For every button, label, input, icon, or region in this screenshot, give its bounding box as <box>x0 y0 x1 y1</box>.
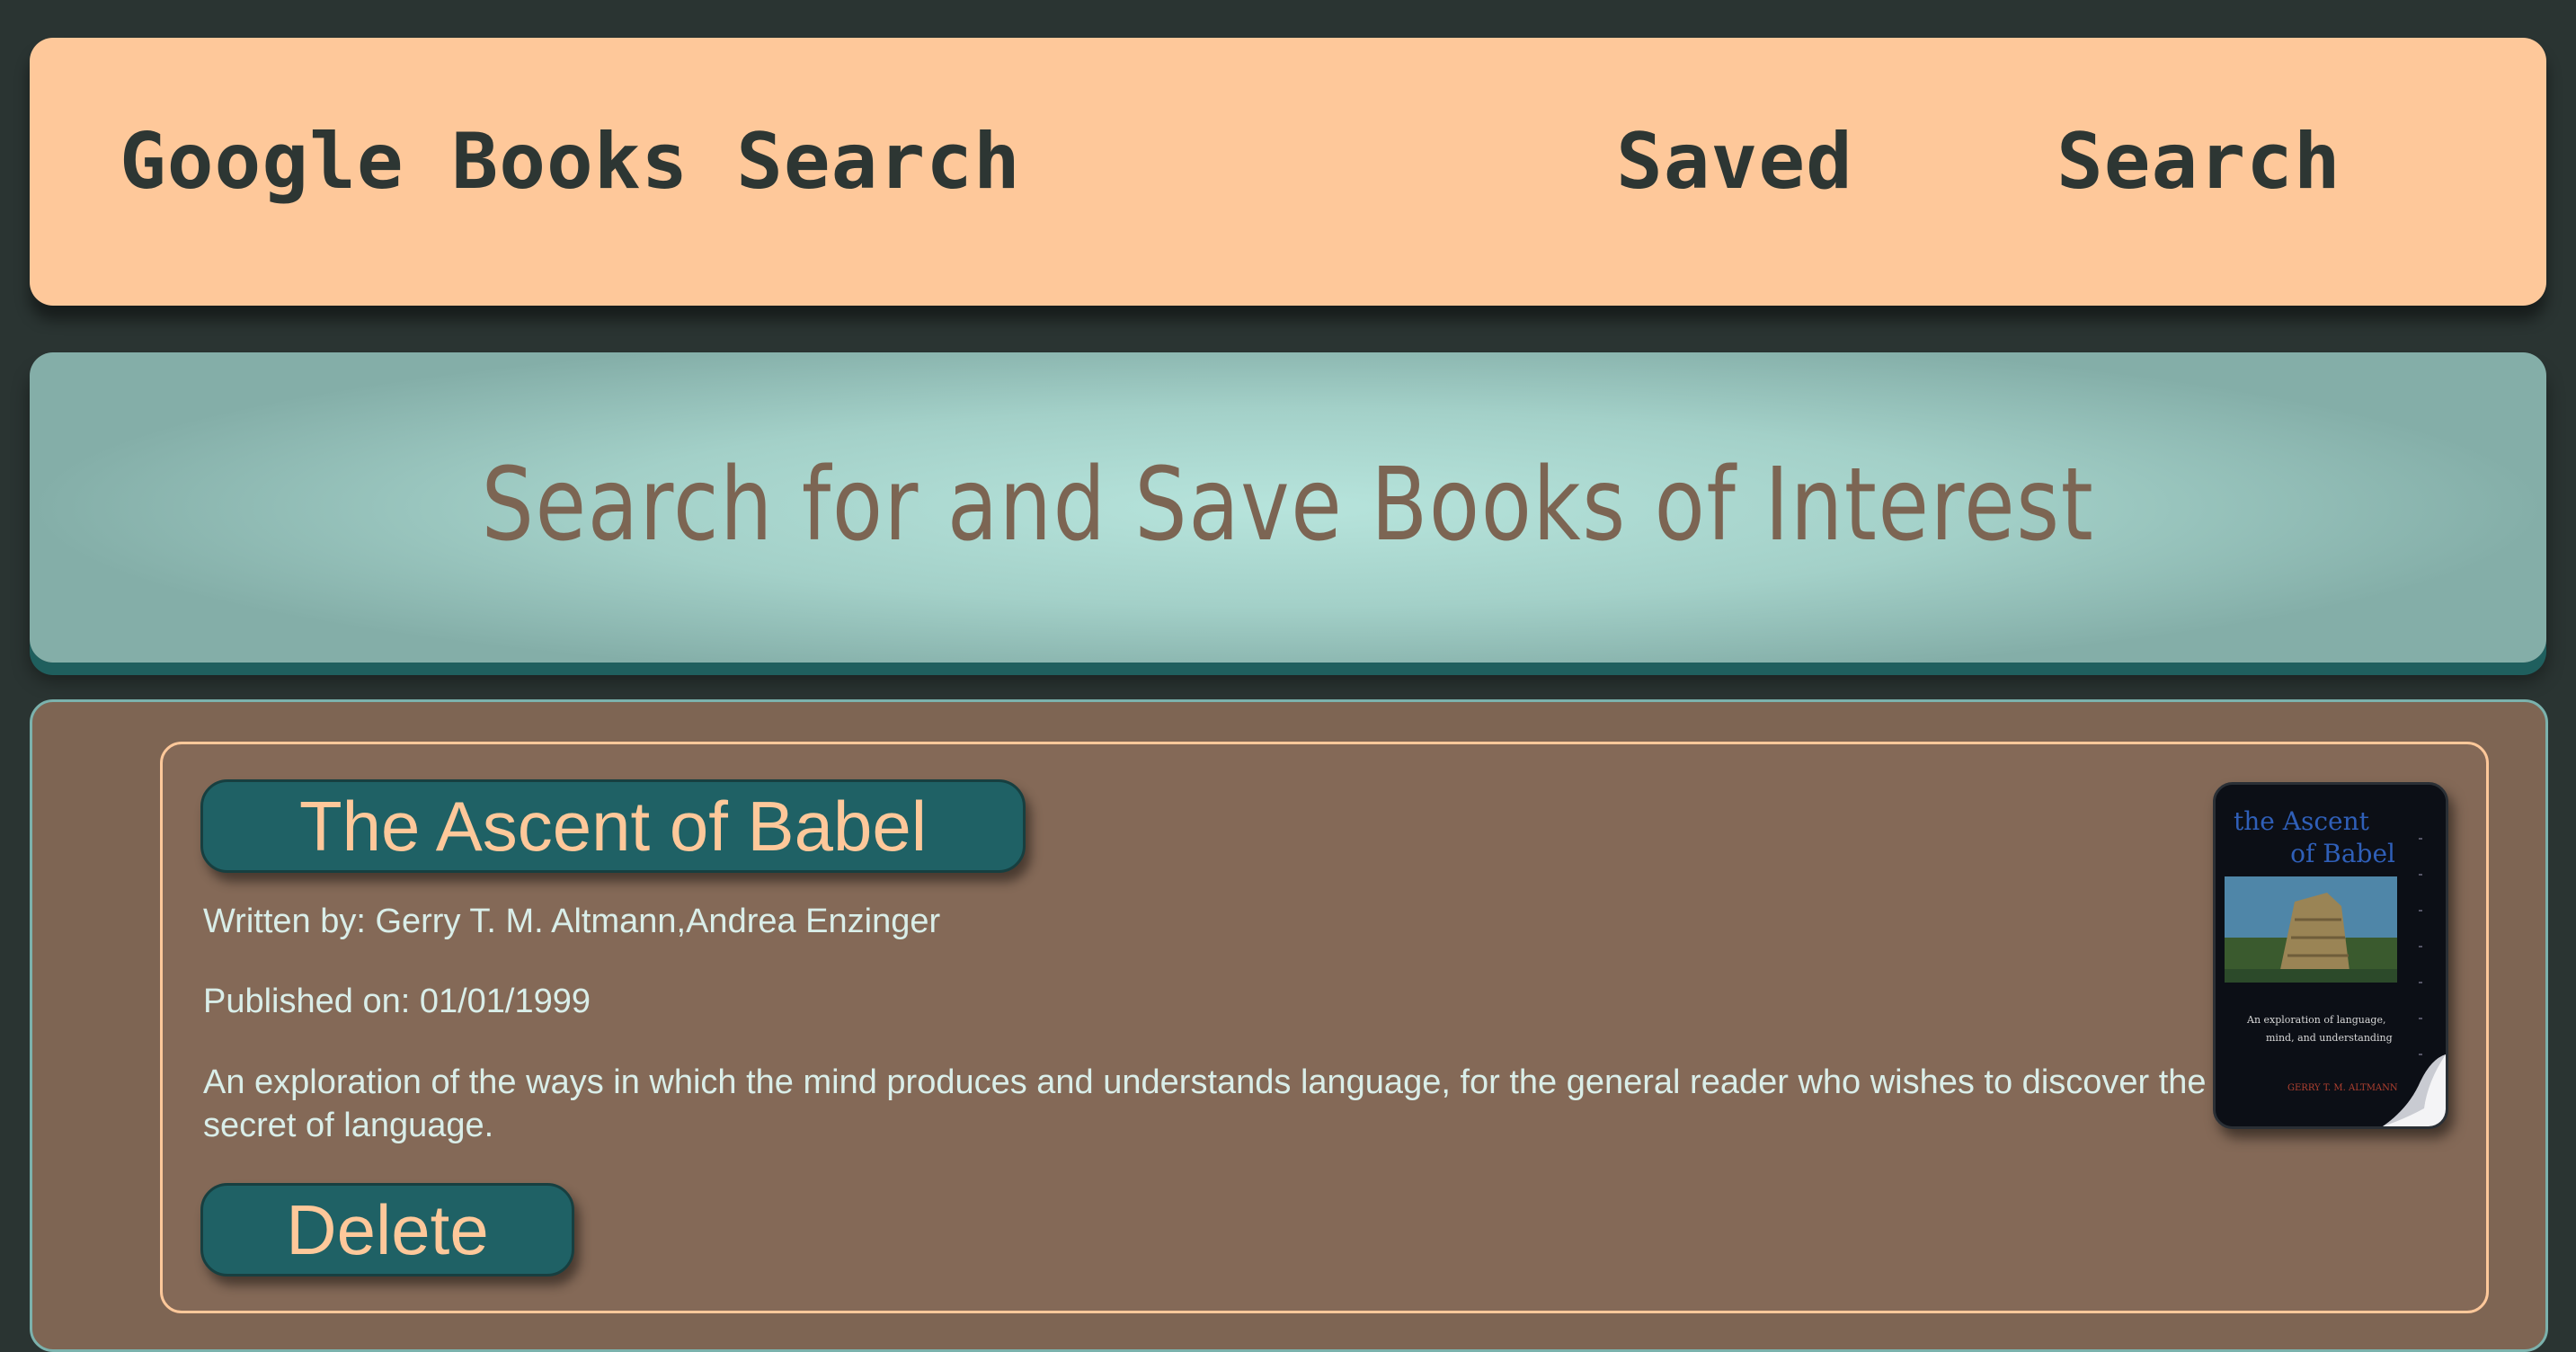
cover-author: GERRY T. M. ALTMANN <box>2287 1083 2398 1093</box>
book-published-date: Published on: 01/01/1999 <box>203 983 591 1020</box>
nav-link-search[interactable]: Search <box>2056 117 2341 207</box>
book-description: An exploration of the ways in which the … <box>203 1063 2207 1144</box>
cover-title-line1: the Ascent <box>2234 806 2370 836</box>
cover-subtitle-line1: An exploration of language, <box>2246 1014 2385 1026</box>
cover-title-line2: of Babel <box>2290 839 2395 868</box>
jumbotron: Search for and Save Books of Interest <box>30 352 2546 663</box>
book-title: The Ascent of Babel <box>200 779 1026 873</box>
cover-subtitle-line2: mind, and understanding <box>2266 1032 2393 1044</box>
brand-link[interactable]: Google Books Search <box>120 117 1021 207</box>
results-container: The Ascent of Babel Written by: Gerry T.… <box>30 699 2548 1352</box>
navbar: Google Books Search Saved Search <box>30 38 2546 306</box>
babel-painting-icon <box>2225 876 2397 983</box>
book-card: The Ascent of Babel Written by: Gerry T.… <box>160 742 2489 1313</box>
book-cover-image[interactable]: the Ascent of Babel An exploration of la… <box>2213 782 2448 1129</box>
delete-button[interactable]: Delete <box>200 1183 574 1276</box>
book-authors: Written by: Gerry T. M. Altmann,Andrea E… <box>203 903 941 940</box>
nav-link-saved[interactable]: Saved <box>1616 117 1853 207</box>
jumbotron-title: Search for and Save Books of Interest <box>481 447 2095 564</box>
